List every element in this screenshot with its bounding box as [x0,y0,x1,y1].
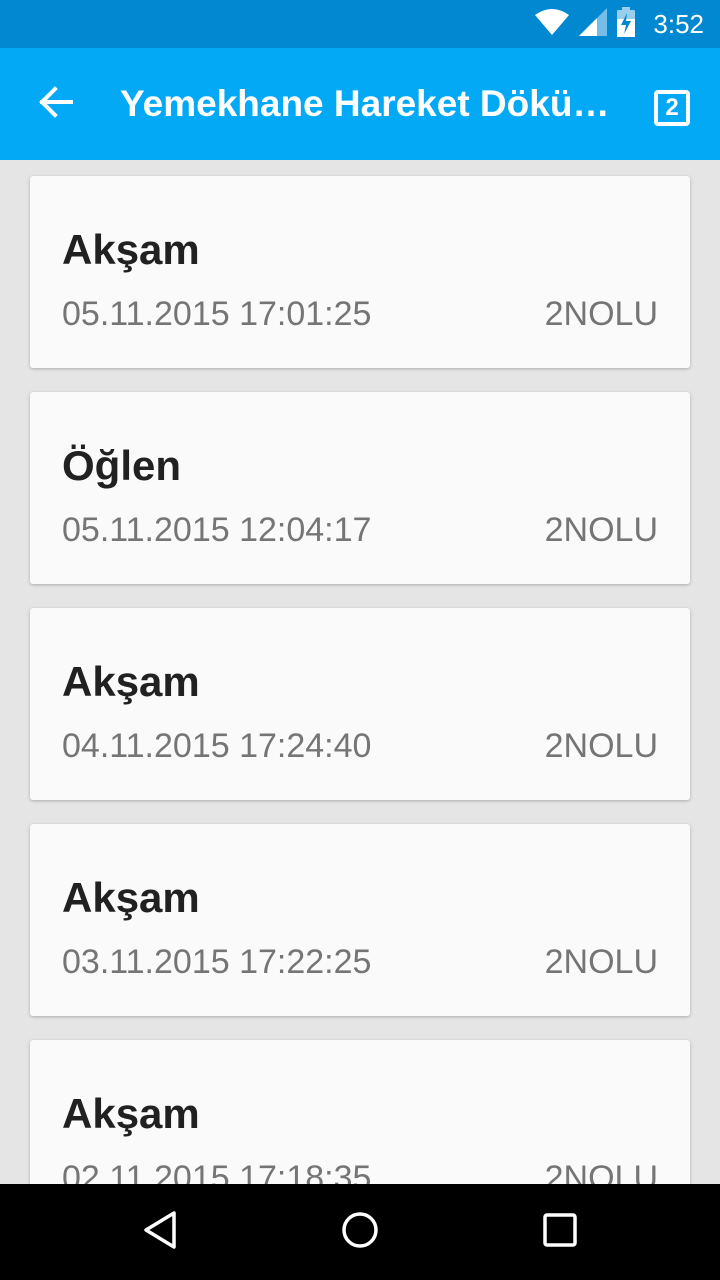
list-item[interactable]: Öğlen 05.11.2015 12:04:17 2NOLU [30,392,690,584]
recents-square-icon [542,1212,578,1253]
nav-home-button[interactable] [320,1202,400,1262]
calendar-day-number: 2 [665,94,679,121]
datetime-label: 05.11.2015 12:04:17 [62,511,372,549]
list-item[interactable]: Akşam 04.11.2015 17:24:40 2NOLU [30,608,690,800]
status-bar: 3:52 [0,0,720,48]
list-item[interactable]: Akşam 03.11.2015 17:22:25 2NOLU [30,824,690,1016]
status-icons: 3:52 [535,0,704,48]
back-triangle-icon [142,1210,178,1255]
app-bar: Yemekhane Hareket Dökümü 2 [0,48,720,160]
location-label: 2NOLU [544,727,658,765]
nav-back-button[interactable] [120,1202,200,1262]
page-title: Yemekhane Hareket Dökümü [120,83,620,124]
list-item[interactable]: Akşam 02.11.2015 17:18:35 2NOLU [30,1040,690,1184]
calendar-button[interactable]: 2 [646,82,698,134]
calendar-day-icon: 2 [654,90,690,126]
list-item[interactable]: Akşam 05.11.2015 17:01:25 2NOLU [30,176,690,368]
meal-label: Akşam [62,1090,200,1137]
movement-list[interactable]: Akşam 05.11.2015 17:01:25 2NOLU Öğlen 05… [0,160,720,1184]
meal-label: Öğlen [62,442,182,489]
location-label: 2NOLU [544,295,658,333]
location-label: 2NOLU [544,511,658,549]
status-time: 3:52 [653,8,704,39]
datetime-label: 04.11.2015 17:24:40 [62,727,372,765]
back-button[interactable] [24,76,88,132]
battery-charging-icon [617,6,636,42]
location-label: 2NOLU [544,943,658,981]
system-nav-bar [0,1184,720,1280]
nav-recents-button[interactable] [520,1202,600,1262]
location-label: 2NOLU [544,1159,658,1184]
datetime-label: 02.11.2015 17:18:35 [62,1159,372,1184]
meal-label: Akşam [62,874,200,921]
meal-label: Akşam [62,226,200,273]
datetime-label: 05.11.2015 17:01:25 [62,295,372,333]
arrow-back-icon [38,84,74,125]
home-circle-icon [340,1210,380,1255]
datetime-label: 03.11.2015 17:22:25 [62,943,372,981]
wifi-icon [535,8,570,40]
cell-signal-icon [579,7,608,41]
meal-label: Akşam [62,658,200,705]
